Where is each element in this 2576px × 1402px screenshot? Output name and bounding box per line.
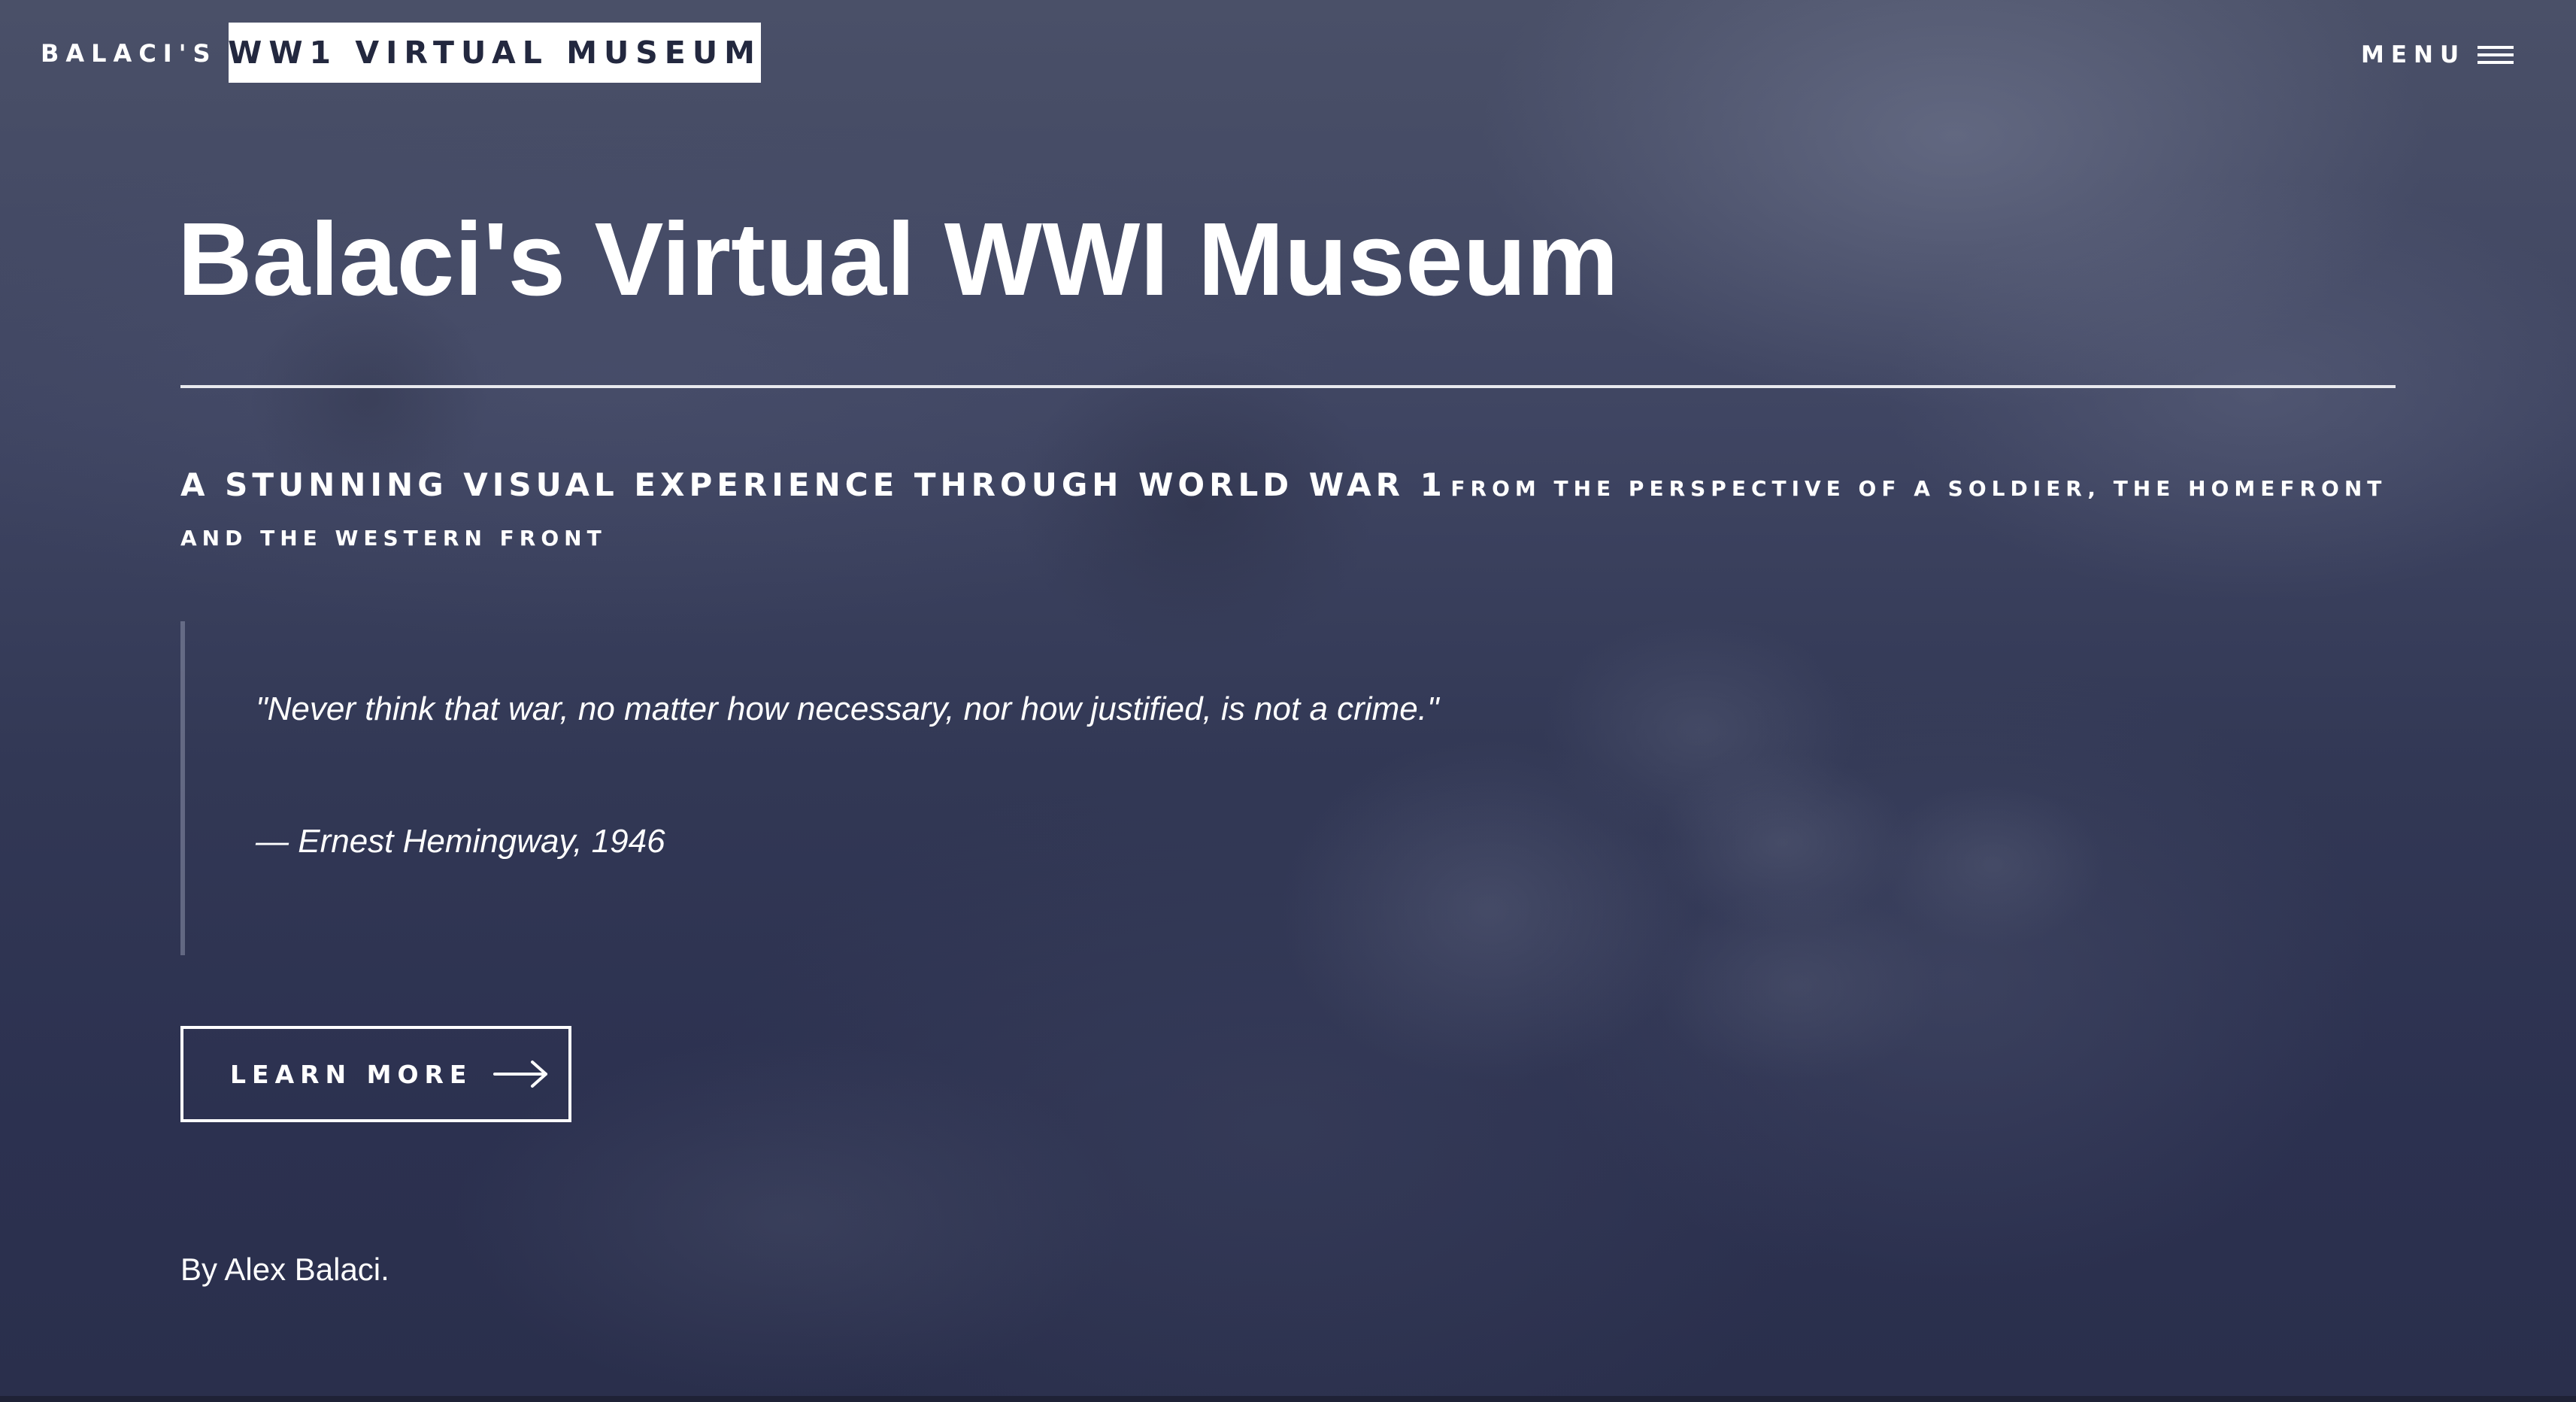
bottom-edge bbox=[0, 1396, 2576, 1402]
quote-attribution: — Ernest Hemingway, 1946 bbox=[256, 823, 665, 860]
quote-block: "Never think that war, no matter how nec… bbox=[180, 621, 1985, 955]
learn-more-label: LEARN MORE bbox=[230, 1059, 473, 1089]
brand-name: WW1 VIRTUAL MUSEUM bbox=[228, 35, 762, 71]
hamburger-icon bbox=[2478, 46, 2514, 64]
brand-prefix[interactable]: BALACI'S bbox=[41, 39, 217, 68]
author-byline: By Alex Balaci. bbox=[180, 1252, 389, 1287]
menu-button[interactable]: MENU bbox=[2361, 38, 2526, 72]
page-title: Balaci's Virtual WWI Museum bbox=[177, 202, 1619, 317]
subtitle: A STUNNING VISUAL EXPERIENCE THROUGH WOR… bbox=[180, 462, 2406, 565]
title-divider bbox=[180, 385, 2396, 388]
arrow-right-icon bbox=[493, 1061, 548, 1088]
learn-more-button[interactable]: LEARN MORE bbox=[180, 1026, 571, 1122]
subtitle-main: A STUNNING VISUAL EXPERIENCE THROUGH WOR… bbox=[180, 466, 1447, 503]
brand-logo[interactable]: WW1 VIRTUAL MUSEUM bbox=[228, 23, 762, 83]
menu-label: MENU bbox=[2361, 41, 2466, 68]
quote-text: "Never think that war, no matter how nec… bbox=[256, 690, 1439, 727]
